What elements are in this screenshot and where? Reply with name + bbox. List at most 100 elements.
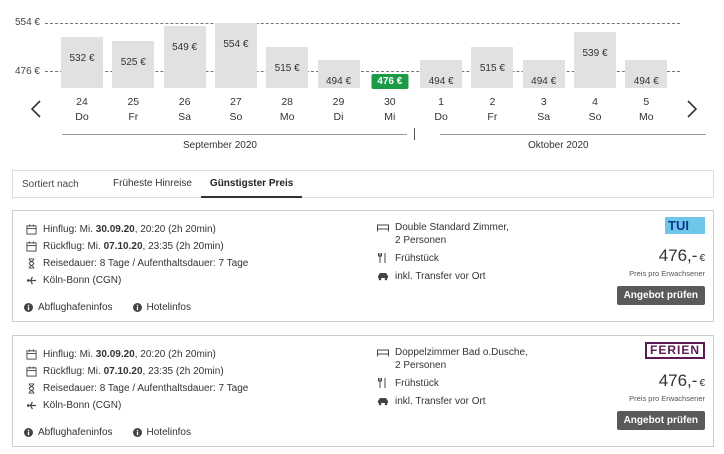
day-25[interactable]: 25 Fr [112, 96, 154, 123]
cutlery-icon [377, 252, 395, 265]
price-bar-label: 494 € [531, 75, 557, 87]
weekday-name: Do [434, 111, 448, 123]
airport-info-link[interactable]: Abflughafeninfos [24, 427, 113, 438]
hotel-info-link[interactable]: Hotelinfos [132, 427, 191, 438]
day-1[interactable]: 1 Do [420, 96, 462, 123]
info-icon [24, 303, 33, 312]
price-bar-24[interactable]: 532 € [61, 36, 103, 88]
price-bar-3[interactable]: 494 € [522, 59, 565, 88]
airplane-icon [26, 400, 43, 411]
tui-logo: TUI [665, 217, 705, 234]
airplane-icon [26, 275, 43, 286]
weekday-name: Mi [384, 111, 396, 123]
price-bar-label: 494 € [325, 75, 352, 87]
day-number: 1 [438, 96, 445, 108]
weekday-name: So [588, 111, 602, 123]
offer-price: 476,- € [658, 371, 705, 390]
offer-card: Hinflug: Mi. 30.09.20, 20:20 (2h 20min) … [12, 335, 714, 447]
price-bar-1[interactable]: 494 € [420, 59, 463, 88]
outbound-flight: Hinflug: Mi. 30.09.20, 20:20 (2h 20min) [43, 349, 216, 360]
price-bar-label: 549 € [172, 42, 198, 54]
price-bar-label: 476 € [371, 74, 409, 89]
car-icon [377, 270, 395, 283]
check-offer-button[interactable]: Angebot prüfen [616, 411, 705, 430]
weekday-name: Sa [178, 111, 192, 123]
bed-icon [377, 221, 395, 247]
price-note: Preis pro Erwachsener [629, 394, 705, 403]
price-bar-label: 532 € [69, 52, 95, 64]
travel-duration: Reisedauer: 8 Tage / Aufenthaltsdauer: 7… [43, 258, 249, 269]
transfer-info: inkl. Transfer vor Ort [395, 396, 486, 407]
price-bar-28[interactable]: 515 € [266, 47, 309, 88]
reference-label-low: 476 € [14, 66, 40, 77]
airport-info-link[interactable]: Abflughafeninfos [24, 302, 113, 313]
return-flight: Rückflug: Mi. 07.10.20, 23:35 (2h 20min) [43, 366, 224, 377]
weekday-name: Sa [537, 111, 551, 123]
day-30[interactable]: 30 Mi [369, 96, 411, 123]
departure-airport: Köln-Bonn (CGN) [43, 275, 122, 286]
price-bar-4[interactable]: 539 € [574, 32, 616, 88]
board-info: Frühstück [395, 378, 439, 389]
room-info: Double Standard Zimmer, 2 Personen [395, 222, 509, 246]
day-number: 28 [281, 96, 294, 108]
hourglass-icon [26, 258, 43, 269]
info-icon [24, 428, 33, 437]
price-bar-30[interactable]: 476 € [368, 74, 411, 89]
price-bar-27[interactable]: 554 € [214, 23, 257, 88]
price-bar-label: 494 € [428, 75, 454, 87]
weekday-name: So [229, 111, 243, 123]
day-24[interactable]: 24 Do [61, 96, 103, 123]
info-icon [132, 303, 142, 312]
month-line-september [62, 134, 407, 135]
check-offer-button[interactable]: Angebot prüfen [616, 286, 705, 305]
day-number: 24 [76, 96, 88, 108]
travel-duration: Reisedauer: 8 Tage / Aufenthaltsdauer: 7… [43, 383, 249, 394]
day-number: 5 [643, 96, 650, 108]
price-bar-5[interactable]: 494 € [625, 59, 668, 88]
day-2[interactable]: 2 Fr [471, 96, 513, 123]
day-3[interactable]: 3 Sa [523, 96, 565, 123]
price-bar-29[interactable]: 494 € [317, 59, 360, 88]
price-bar-25[interactable]: 525 € [112, 40, 155, 88]
price-bar-label: 539 € [582, 48, 608, 60]
price-bar-label: 515 € [479, 63, 505, 74]
hotel-info-link[interactable]: Hotelinfos [132, 302, 191, 313]
outbound-flight: Hinflug: Mi. 30.09.20, 20:20 (2h 20min) [43, 224, 216, 235]
month-label-september: September 2020 [183, 140, 257, 151]
calendar-icon [26, 241, 43, 252]
price-bar-label: 515 € [274, 63, 300, 74]
chevron-right-icon[interactable] [682, 96, 702, 122]
weekday-name: Fr [128, 111, 139, 123]
price-bar-2[interactable]: 515 € [471, 47, 514, 88]
hourglass-icon [26, 383, 43, 394]
day-number: 25 [127, 96, 140, 108]
calendar-icon [26, 224, 43, 235]
price-bar-label: 494 € [633, 75, 659, 87]
day-4[interactable]: 4 So [574, 96, 616, 123]
sort-option-earliest[interactable]: Früheste Hinreise [104, 170, 201, 198]
offer-price: 476,- € [658, 246, 705, 265]
day-26[interactable]: 26 Sa [164, 96, 206, 123]
ferien-logo: FERIEN [645, 342, 705, 359]
transfer-info: inkl. Transfer vor Ort [395, 271, 486, 282]
price-calendar-chart: 554 € 476 € 532 € 525 € 549 € 554 € 515 € 494… [0, 0, 724, 160]
weekday-name: Do [75, 111, 89, 123]
month-label-october: Oktober 2020 [528, 140, 589, 151]
calendar-icon [26, 366, 43, 377]
day-5[interactable]: 5 Mo [625, 96, 667, 123]
price-bar-26[interactable]: 549 € [163, 26, 206, 88]
weekday-name: Di [333, 111, 344, 123]
day-27[interactable]: 27 So [215, 96, 257, 123]
month-divider [414, 128, 415, 140]
day-number: 27 [230, 96, 242, 108]
reference-line-high [45, 23, 680, 24]
day-number: 30 [383, 96, 396, 108]
info-icon [132, 428, 142, 437]
sort-option-cheapest[interactable]: Günstigster Preis [200, 170, 303, 198]
return-flight: Rückflug: Mi. 07.10.20, 23:35 (2h 20min) [43, 241, 224, 252]
chevron-left-icon[interactable] [26, 96, 46, 122]
day-28[interactable]: 28 Mo [266, 96, 308, 123]
day-29[interactable]: 29 Di [318, 96, 360, 123]
weekday-name: Fr [487, 111, 498, 123]
price-bar-label: 554 € [223, 39, 249, 50]
